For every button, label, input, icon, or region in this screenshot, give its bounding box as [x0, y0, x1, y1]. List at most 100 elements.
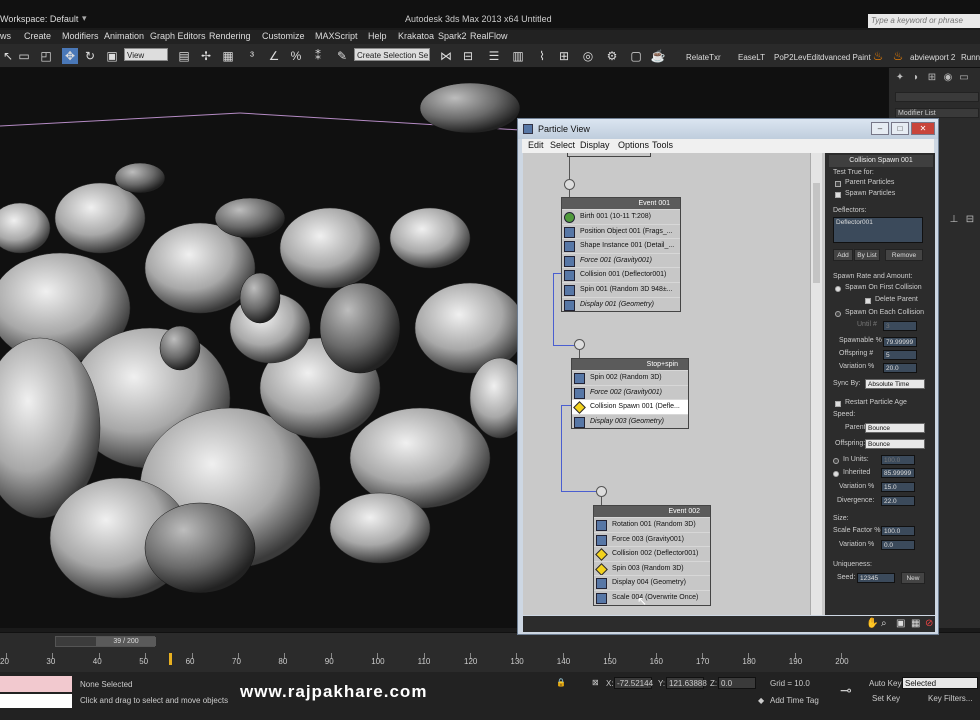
plugin-advanced-paint[interactable]: dvanced Paint	[820, 53, 871, 62]
hierarchy-tab-icon[interactable]: ⊞	[925, 72, 939, 86]
pv-menu-select[interactable]: Select	[550, 140, 575, 150]
operator-rotation[interactable]: Rotation 001 (Random 3D)	[594, 517, 710, 532]
menu-item-create[interactable]: Create	[24, 31, 51, 41]
add-time-tag-button[interactable]: Add Time Tag	[770, 696, 819, 705]
operator-force[interactable]: Force 001 (Gravity001)	[562, 252, 680, 268]
event-001[interactable]: Event 001 Birth 001 (10-11 T:208) Positi…	[561, 197, 681, 313]
chevron-down-icon[interactable]: ▾	[82, 13, 87, 24]
operator-force[interactable]: Force 002 (Gravity001)	[572, 384, 688, 400]
operator-collision[interactable]: Collision 002 (Deflector001)	[594, 546, 710, 562]
plugin-relatetxr[interactable]: RelateTxr	[686, 53, 721, 62]
modify-tab-icon[interactable]: ◗	[909, 72, 923, 86]
spinner-snap-icon[interactable]: ⁑	[310, 48, 326, 64]
close-button[interactable]: ✕	[911, 122, 935, 135]
select-icon[interactable]: ↖	[0, 48, 16, 64]
pv-menu-edit[interactable]: Edit	[528, 140, 544, 150]
set-key-button[interactable]: Set Key	[872, 694, 900, 703]
mirror-icon[interactable]: ⋈	[438, 48, 454, 64]
variation3-spinner[interactable]: 0.0	[881, 540, 915, 550]
schematic-view-icon[interactable]: ⊞	[556, 48, 572, 64]
pv-menu-display[interactable]: Display	[580, 140, 610, 150]
lock-icon[interactable]: 🔒	[556, 678, 566, 687]
key-icon[interactable]: ⊸	[840, 682, 852, 699]
canvas-vertical-scrollbar[interactable]	[810, 153, 822, 615]
align-icon[interactable]: ⊟	[460, 48, 476, 64]
event-stop-spin[interactable]: Stop+spin Spin 002 (Random 3D) Force 002…	[571, 358, 689, 430]
graphite-icon[interactable]: ▥	[510, 48, 526, 64]
inherited-spinner[interactable]: 85.99999	[881, 468, 915, 478]
menu-item-spark2[interactable]: Spark2	[438, 31, 467, 41]
parent-particles-checkbox[interactable]	[835, 181, 841, 187]
restart-age-checkbox[interactable]	[835, 401, 841, 407]
create-tab-icon[interactable]: ✦	[893, 72, 907, 86]
spawn-particles-checkbox[interactable]	[835, 192, 841, 198]
move-icon[interactable]: ✥	[62, 48, 78, 64]
deflector-list-item[interactable]: Deflector001	[836, 219, 873, 226]
menu-item-modifiers[interactable]: Modifiers	[62, 31, 99, 41]
window-crossing-icon[interactable]: ◰	[38, 48, 54, 64]
operator-shape-instance[interactable]: Shape Instance 001 (Detail_...	[562, 238, 680, 253]
in-units-radio[interactable]	[833, 458, 839, 464]
deflectors-list[interactable]: Deflector001	[833, 217, 923, 243]
manipulate-icon[interactable]: ✢	[198, 48, 214, 64]
operator-position-object[interactable]: Position Object 001 (Frags_...	[562, 223, 680, 239]
scale-factor-spinner[interactable]: 100.0	[881, 526, 915, 536]
inherited-radio[interactable]	[833, 471, 839, 477]
variation-spinner[interactable]: 20.0	[883, 363, 917, 373]
key-mode-dropdown[interactable]: Selected	[902, 677, 978, 689]
layer-manager-icon[interactable]: ☰	[486, 48, 502, 64]
sync-by-dropdown[interactable]: Absolute Time	[865, 379, 925, 389]
time-slider-thumb[interactable]: 39 / 200	[96, 637, 156, 646]
search-input[interactable]	[868, 14, 980, 28]
seed-spinner[interactable]: 12345	[857, 573, 895, 583]
no-zoom-icon[interactable]: ⊘	[925, 618, 933, 629]
menu-item-rendering[interactable]: Rendering	[209, 31, 251, 41]
divergence-spinner[interactable]: 22.0	[881, 496, 915, 506]
motion-tab-icon[interactable]: ◉	[941, 72, 955, 86]
named-selection-dropdown[interactable]: Create Selection Se	[354, 48, 430, 61]
remove-modifier-icon[interactable]: ⊟	[963, 214, 977, 228]
particle-view-titlebar[interactable]: Particle View – □ ✕	[518, 119, 938, 139]
modifier-list-dropdown[interactable]: Modifier List	[895, 108, 979, 118]
offspring-speed-dropdown[interactable]: Bounce	[865, 439, 925, 449]
render-setup-icon[interactable]: ⚙	[604, 48, 620, 64]
menu-item-tools[interactable]: ws	[0, 31, 11, 41]
y-coordinate-field[interactable]: 121.63888	[666, 677, 707, 689]
operator-collision[interactable]: Collision 001 (Deflector001)	[562, 267, 680, 282]
fire-icon[interactable]: ♨	[890, 48, 906, 64]
event-002-header[interactable]: Event 002	[594, 506, 710, 517]
maximize-button[interactable]: □	[891, 122, 909, 135]
percent-snap-icon[interactable]: %	[288, 48, 304, 64]
material-editor-icon[interactable]: ◎	[580, 48, 596, 64]
new-seed-button[interactable]: New	[901, 572, 925, 584]
fire-icon[interactable]: ♨	[870, 48, 886, 64]
operator-force[interactable]: Force 003 (Gravity001)	[594, 531, 710, 547]
delete-parent-checkbox[interactable]	[865, 298, 871, 304]
current-frame-marker[interactable]	[168, 653, 172, 665]
menu-item-krakatoa[interactable]: Krakatoa	[398, 31, 434, 41]
operator-spin[interactable]: Spin 003 (Random 3D)	[594, 560, 710, 576]
time-tag-icon[interactable]: ◆	[758, 696, 764, 705]
operator-display[interactable]: Display 004 (Geometry)	[594, 575, 710, 590]
angle-snap-icon[interactable]: ∠	[266, 48, 282, 64]
operator-birth[interactable]: Birth 001 (10-11 T:208)	[562, 209, 680, 224]
operator-spin[interactable]: Spin 001 (Random 3D 948±...	[562, 281, 680, 297]
by-list-button[interactable]: By List	[854, 249, 880, 261]
spawn-first-radio[interactable]	[835, 286, 841, 292]
add-deflector-button[interactable]: Add	[833, 249, 853, 261]
scrollbar-thumb[interactable]	[813, 183, 820, 283]
event-input-node[interactable]	[596, 486, 607, 497]
remove-deflector-button[interactable]: Remove	[885, 249, 923, 261]
rendered-frame-icon[interactable]: ▢	[628, 48, 644, 64]
auto-key-button[interactable]: Auto Key	[869, 679, 901, 688]
edit-named-selection-icon[interactable]: ✎	[334, 48, 350, 64]
reference-coord-dropdown[interactable]: View	[124, 48, 168, 61]
maxscript-input[interactable]	[0, 694, 72, 708]
spawn-each-radio[interactable]	[835, 311, 841, 317]
menu-item-graph-editors[interactable]: Graph Editors	[150, 31, 206, 41]
z-coordinate-field[interactable]: 0.0	[718, 677, 756, 689]
event-input-node[interactable]	[574, 339, 585, 350]
plugin-easelt[interactable]: EaseLT	[738, 53, 765, 62]
menu-item-realflow[interactable]: RealFlow	[470, 31, 508, 41]
zoom-extents-icon[interactable]: ▦	[911, 618, 920, 629]
